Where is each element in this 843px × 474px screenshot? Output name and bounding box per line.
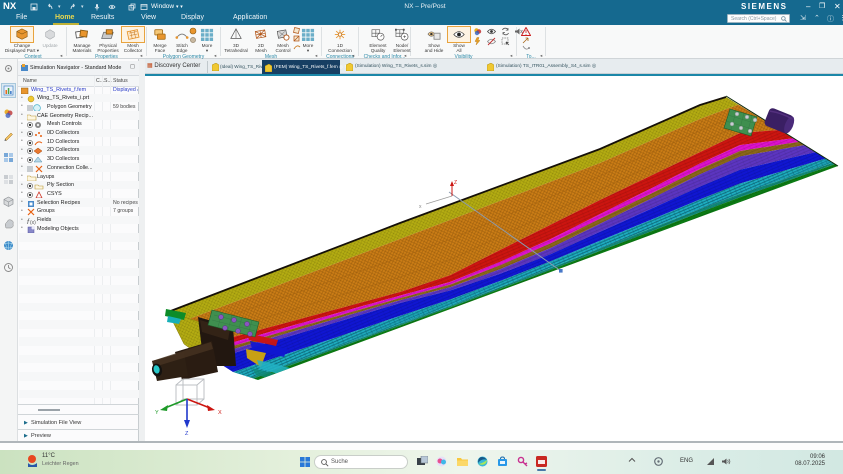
svg-text:Y: Y	[155, 410, 159, 416]
svg-text:X: X	[218, 410, 222, 416]
svg-text:(x): (x)	[30, 220, 36, 225]
svg-text:Z: Z	[185, 431, 189, 437]
svg-text:x: x	[419, 204, 422, 210]
svg-text:Z: Z	[454, 180, 457, 186]
